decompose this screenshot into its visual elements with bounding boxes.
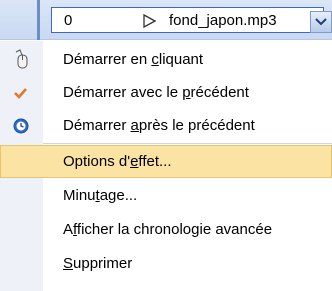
animation-item-strip: 0 fond_japon.mp3 bbox=[0, 0, 332, 40]
menu-item-label: Démarrer après le précédent bbox=[63, 117, 255, 134]
checkmark-icon bbox=[14, 88, 27, 99]
animation-item-file-name: fond_japon.mp3 bbox=[169, 12, 277, 29]
menu-separator bbox=[43, 143, 332, 144]
menu-item-start-with-previous[interactable]: Démarrer avec le précédent bbox=[0, 76, 332, 109]
chevron-down-icon bbox=[315, 18, 327, 26]
menu-item-show-advanced-timeline[interactable]: Afficher la chronologie avancée bbox=[0, 213, 332, 246]
clock-icon bbox=[13, 118, 29, 134]
menu-item-timing[interactable]: Minutage... bbox=[0, 179, 332, 212]
menu-item-start-after-previous[interactable]: Démarrer après le précédent bbox=[0, 109, 332, 142]
menu-item-label: Options d'effet... bbox=[63, 153, 172, 170]
menu-item-delete[interactable]: Supprimer bbox=[0, 247, 332, 280]
animation-item-number: 0 bbox=[64, 12, 73, 29]
animation-context-menu: 0 fond_japon.mp3 Démarrer en cliquant Dé… bbox=[0, 0, 332, 291]
item-marker-bar bbox=[37, 0, 40, 40]
menu-item-label: Démarrer en cliquant bbox=[63, 51, 204, 68]
menu-item-label: Supprimer bbox=[63, 255, 133, 272]
menu-item-start-on-click[interactable]: Démarrer en cliquant bbox=[0, 43, 332, 76]
animation-item[interactable]: 0 fond_japon.mp3 bbox=[51, 7, 324, 33]
item-dropdown-button[interactable] bbox=[310, 11, 332, 33]
menu-item-label: Afficher la chronologie avancée bbox=[63, 221, 273, 238]
menu-item-label: Minutage... bbox=[63, 187, 138, 204]
play-triangle-icon bbox=[143, 14, 156, 28]
context-menu: Démarrer en cliquant Démarrer avec le pr… bbox=[0, 41, 332, 291]
mouse-click-icon bbox=[15, 49, 28, 69]
menu-item-label: Démarrer avec le précédent bbox=[63, 84, 249, 101]
menu-item-effect-options[interactable]: Options d'effet... bbox=[0, 145, 332, 178]
